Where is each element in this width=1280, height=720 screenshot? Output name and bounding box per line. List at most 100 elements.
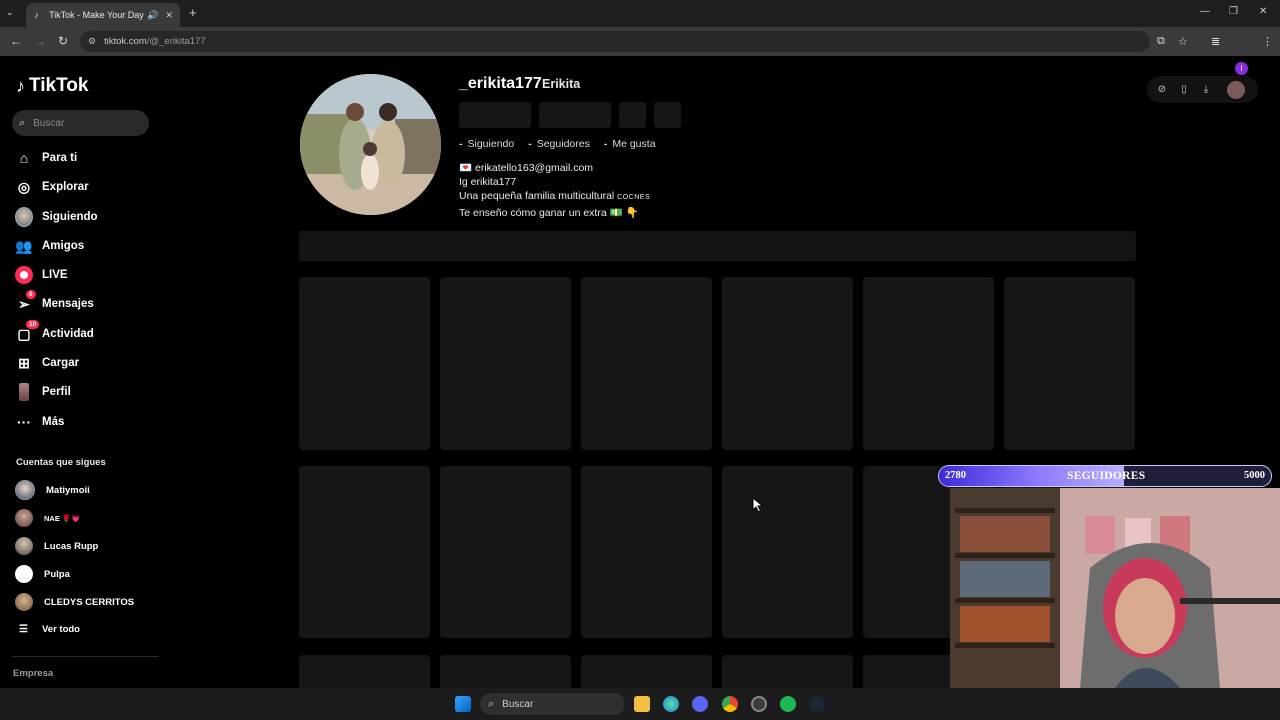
stat-value: - bbox=[603, 138, 608, 150]
stat-label: Seguidores bbox=[536, 138, 590, 150]
file-explorer-icon[interactable] bbox=[634, 696, 650, 712]
webcam-feed bbox=[950, 488, 1280, 688]
close-window-icon[interactable]: ✕ bbox=[1259, 6, 1267, 17]
video-card-skeleton[interactable] bbox=[1004, 277, 1135, 450]
video-card-skeleton[interactable] bbox=[440, 277, 571, 450]
url-path: /@_erikita177 bbox=[146, 36, 206, 47]
list-icon: ☰ bbox=[19, 624, 28, 635]
follower-goal-bar: 2780 SEGUIDORES 5000 bbox=[938, 465, 1272, 487]
header-avatar[interactable] bbox=[1227, 80, 1245, 99]
bio-line-text: Una pequeña familia multicultural bbox=[459, 190, 615, 203]
video-card-skeleton[interactable] bbox=[863, 277, 994, 450]
browser-profile-avatar[interactable]: I bbox=[1235, 62, 1248, 75]
sidebar-item-mas[interactable]: ··· Más bbox=[15, 412, 64, 432]
forward-icon[interactable]: → bbox=[34, 34, 46, 48]
video-card-skeleton[interactable] bbox=[299, 466, 430, 638]
sidebar-item-mensajes[interactable]: ➢ 6 Mensajes bbox=[15, 290, 94, 314]
bio-line: Te enseño cómo ganar un extra 💵 👇 bbox=[459, 206, 639, 219]
sidebar-item-amigos[interactable]: 👥 Amigos bbox=[15, 236, 84, 256]
avatar bbox=[15, 480, 35, 500]
tiktok-favicon-icon: ♪ bbox=[34, 9, 39, 20]
search-icon: ⌕ bbox=[19, 116, 26, 129]
url-field[interactable]: ⚙ tiktok.com/@_erikita177 bbox=[80, 31, 1150, 52]
inbox-icon: ▢ 10 bbox=[15, 320, 40, 343]
profile-picture bbox=[300, 74, 441, 215]
activity-badge: 10 bbox=[26, 320, 40, 329]
new-tab-icon[interactable]: + bbox=[189, 5, 197, 20]
stat-likes: - Me gusta bbox=[604, 138, 656, 150]
bookmark-star-icon[interactable]: ☆ bbox=[1178, 35, 1188, 48]
following-account[interactable]: CLEDYS CERRITOS bbox=[15, 592, 134, 612]
bio-email: 💌 erikatello163@gmail.com bbox=[459, 162, 594, 174]
search-icon: ⌕ bbox=[488, 697, 495, 710]
live-icon bbox=[15, 266, 33, 284]
download-icon[interactable]: ⤓ bbox=[1199, 84, 1213, 95]
video-card-skeleton[interactable] bbox=[581, 277, 712, 450]
company-link[interactable]: Empresa bbox=[13, 668, 53, 679]
site-info-icon[interactable]: ⚙ bbox=[88, 36, 96, 47]
sidebar-item-label: Más bbox=[42, 416, 65, 428]
edge-icon[interactable] bbox=[663, 696, 679, 712]
search-placeholder: Buscar bbox=[33, 117, 65, 129]
compass-icon: ◎ bbox=[17, 178, 31, 195]
sidebar-item-label: Siguiendo bbox=[42, 211, 98, 223]
video-card-skeleton[interactable] bbox=[581, 466, 712, 638]
obs-icon[interactable] bbox=[751, 696, 767, 712]
sidebar-item-cargar[interactable]: ⊞ Cargar bbox=[15, 353, 79, 373]
skeleton-button bbox=[459, 102, 531, 128]
video-card-skeleton[interactable] bbox=[722, 277, 853, 450]
sidebar-item-actividad[interactable]: ▢ 10 Actividad bbox=[15, 320, 94, 344]
avatar bbox=[15, 509, 33, 527]
minimize-icon[interactable]: — bbox=[1200, 6, 1210, 17]
following-account-name: Pulpa bbox=[44, 568, 70, 580]
chrome-icon[interactable] bbox=[722, 696, 738, 712]
audio-playing-icon[interactable]: 🔊 bbox=[147, 10, 158, 21]
close-tab-icon[interactable]: ✕ bbox=[165, 10, 173, 21]
sidebar-item-label: Cargar bbox=[42, 357, 80, 369]
media-controls-icon[interactable]: ≣ bbox=[1211, 35, 1220, 48]
sidebar-item-label: Actividad bbox=[42, 328, 94, 340]
sidebar-item-para-ti[interactable]: ⌂ Para ti bbox=[15, 148, 77, 168]
goal-label: SEGUIDORES bbox=[1067, 470, 1146, 482]
sidebar-item-siguiendo[interactable]: Siguiendo bbox=[15, 207, 98, 227]
browser-tab[interactable]: ♪ TikTok - Make Your Day 🔊 ✕ bbox=[26, 3, 180, 27]
profile-username: _erikita177 bbox=[459, 75, 542, 92]
taskbar-search[interactable]: ⌕ Buscar bbox=[480, 693, 625, 715]
see-all-button[interactable]: ☰ Ver todo bbox=[15, 624, 80, 635]
video-card-skeleton[interactable] bbox=[299, 277, 430, 450]
send-icon: ➢ 6 bbox=[15, 290, 36, 313]
sidebar-item-explorar[interactable]: ◎ Explorar bbox=[15, 177, 89, 197]
sidebar-item-live[interactable]: LIVE bbox=[15, 265, 68, 285]
stat-following[interactable]: - Siguiendo bbox=[459, 138, 514, 150]
steam-icon[interactable] bbox=[809, 696, 825, 712]
following-account[interactable]: Lucas Rupp bbox=[15, 536, 98, 556]
logo-text: TikTok bbox=[29, 75, 89, 96]
sidebar-search-input[interactable]: ⌕ Buscar bbox=[12, 110, 149, 136]
stat-followers[interactable]: - Seguidores bbox=[528, 138, 590, 150]
back-icon[interactable]: ← bbox=[10, 34, 22, 48]
following-account[interactable]: Pulpa bbox=[15, 564, 70, 584]
discord-icon[interactable] bbox=[692, 696, 708, 712]
video-card-skeleton[interactable] bbox=[722, 466, 853, 638]
following-account[interactable]: Matiymoii bbox=[15, 480, 90, 500]
tiktok-logo[interactable]: ♪ TikTok bbox=[16, 75, 88, 97]
reload-icon[interactable]: ↻ bbox=[58, 34, 68, 48]
tab-list-icon[interactable]: ⌄ bbox=[6, 7, 14, 18]
browser-menu-icon[interactable]: ⋮ bbox=[1262, 35, 1273, 48]
windows-start-icon[interactable] bbox=[455, 696, 471, 712]
following-account[interactable]: NAE 🌹💗 bbox=[15, 508, 81, 528]
stat-value: - bbox=[459, 138, 463, 150]
video-card-skeleton[interactable] bbox=[440, 466, 571, 638]
profile-avatar-icon bbox=[15, 383, 33, 401]
install-app-icon[interactable]: ⧉ bbox=[1157, 35, 1165, 48]
coins-icon[interactable]: ⊘ bbox=[1155, 84, 1169, 95]
phone-icon[interactable]: ▯ bbox=[1177, 84, 1191, 95]
profile-bio: 💌 erikatello163@gmail.com Ig erikita177 … bbox=[459, 161, 650, 220]
stat-label: Siguiendo bbox=[467, 138, 515, 150]
profile-tabs-skeleton bbox=[299, 231, 1136, 261]
spotify-icon[interactable] bbox=[780, 696, 796, 712]
avatar bbox=[15, 593, 33, 611]
maximize-icon[interactable]: ❐ bbox=[1229, 6, 1238, 17]
home-icon: ⌂ bbox=[19, 150, 29, 166]
sidebar-item-perfil[interactable]: Perfil bbox=[15, 382, 71, 402]
